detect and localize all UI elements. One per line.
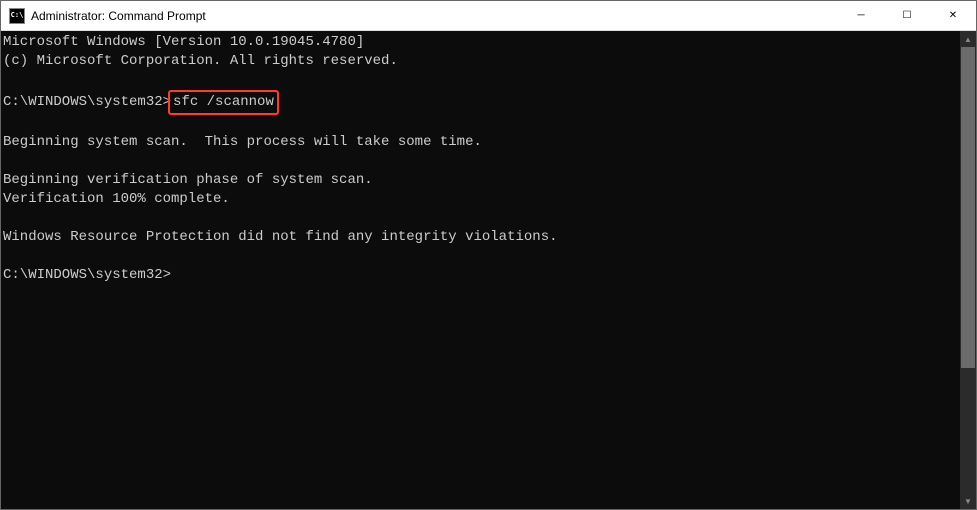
prompt-line-1: C:\WINDOWS\system32>sfc /scannow — [3, 90, 960, 115]
minimize-button[interactable]: ─ — [838, 1, 884, 30]
command-prompt-window: C:\ Administrator: Command Prompt ─ ☐ ✕ … — [0, 0, 977, 510]
maximize-button[interactable]: ☐ — [884, 1, 930, 30]
scrollbar-thumb[interactable] — [961, 47, 975, 368]
verification-complete-line: Verification 100% complete. — [3, 190, 960, 209]
verification-begin-line: Beginning verification phase of system s… — [3, 171, 960, 190]
vertical-scrollbar[interactable]: ▲ ▼ — [960, 31, 976, 509]
chevron-up-icon: ▲ — [964, 35, 972, 44]
window-controls: ─ ☐ ✕ — [838, 1, 976, 30]
blank-line — [3, 71, 960, 90]
chevron-down-icon: ▼ — [964, 497, 972, 506]
scroll-up-button[interactable]: ▲ — [960, 31, 976, 47]
terminal-output[interactable]: Microsoft Windows [Version 10.0.19045.47… — [1, 31, 960, 509]
prompt-line-2[interactable]: C:\WINDOWS\system32> — [3, 266, 960, 285]
scroll-down-button[interactable]: ▼ — [960, 493, 976, 509]
window-title: Administrator: Command Prompt — [31, 9, 838, 23]
content-area: Microsoft Windows [Version 10.0.19045.47… — [1, 31, 976, 509]
prompt-path: C:\WINDOWS\system32> — [3, 267, 171, 283]
copyright-line: (c) Microsoft Corporation. All rights re… — [3, 52, 960, 71]
cmd-icon: C:\ — [9, 8, 25, 24]
blank-line — [3, 115, 960, 134]
blank-line — [3, 152, 960, 171]
scan-begin-line: Beginning system scan. This process will… — [3, 133, 960, 152]
blank-line — [3, 209, 960, 228]
command-highlight: sfc /scannow — [168, 90, 279, 115]
result-line: Windows Resource Protection did not find… — [3, 228, 960, 247]
scrollbar-track[interactable] — [960, 47, 976, 493]
blank-line — [3, 247, 960, 266]
typed-command: sfc /scannow — [173, 94, 274, 110]
prompt-path: C:\WINDOWS\system32> — [3, 94, 171, 110]
version-line: Microsoft Windows [Version 10.0.19045.47… — [3, 33, 960, 52]
close-button[interactable]: ✕ — [930, 1, 976, 30]
titlebar[interactable]: C:\ Administrator: Command Prompt ─ ☐ ✕ — [1, 1, 976, 31]
